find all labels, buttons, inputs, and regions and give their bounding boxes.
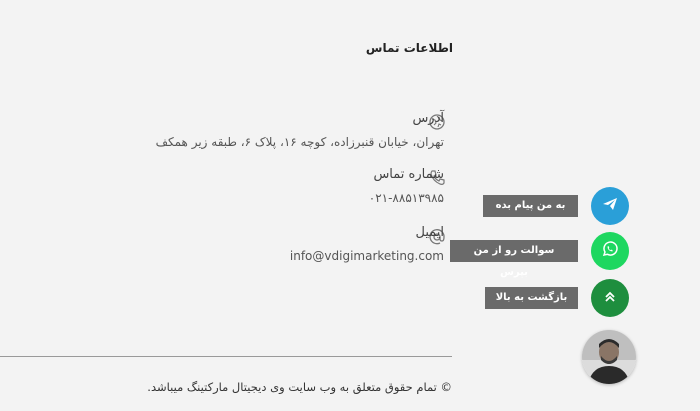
back-to-top-tooltip[interactable]: بازگشت به بالا bbox=[485, 287, 578, 309]
avatar[interactable] bbox=[582, 330, 636, 384]
question-tooltip[interactable]: سوالت رو از من بپرس bbox=[450, 240, 578, 278]
whatsapp-button[interactable] bbox=[591, 232, 629, 270]
address-value: تهران، خیابان قنبرزاده، کوچه ۱۶، پلاک ۶،… bbox=[155, 135, 444, 149]
email-label: ایمیل bbox=[415, 225, 444, 240]
back-to-top-button[interactable] bbox=[591, 279, 629, 317]
chevron-up-double-icon bbox=[603, 289, 617, 308]
message-button[interactable] bbox=[591, 187, 629, 225]
contact-title: اطلاعات تماس bbox=[365, 41, 453, 55]
whatsapp-icon bbox=[601, 240, 619, 262]
phone-value[interactable]: ۰۲۱-۸۸۵۱۳۹۸۵ bbox=[244, 191, 444, 205]
copyright-text: © تمام حقوق متعلق به وب سایت وی دیجیتال … bbox=[147, 380, 452, 394]
footer-divider bbox=[0, 356, 452, 357]
telegram-icon bbox=[601, 195, 619, 217]
address-label: آدرس bbox=[412, 111, 444, 126]
phone-label: شماره تماس bbox=[373, 167, 444, 182]
message-tooltip[interactable]: به من پیام بده bbox=[483, 195, 578, 217]
email-value[interactable]: info@vdigimarketing.com bbox=[244, 249, 444, 263]
